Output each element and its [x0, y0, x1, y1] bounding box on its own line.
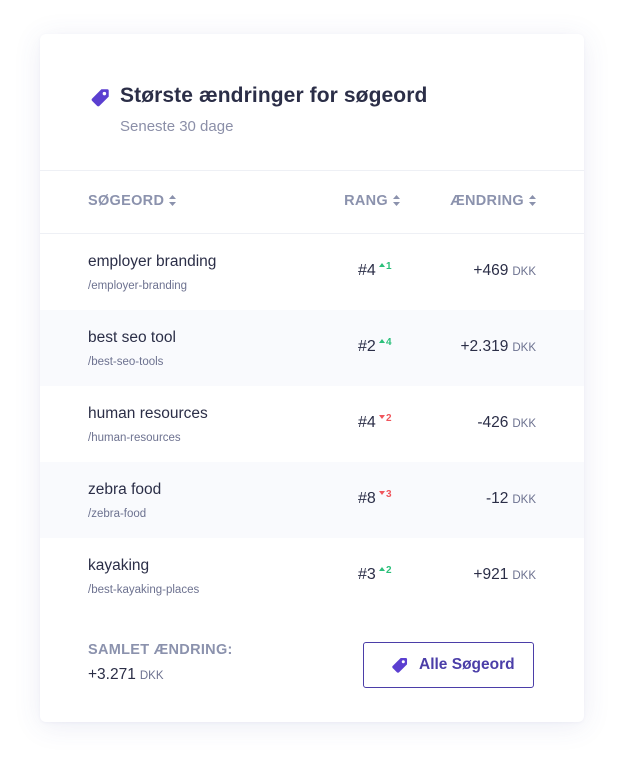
column-header-rank[interactable]: RANG — [344, 193, 400, 209]
keyword-path: /employer-branding — [88, 280, 188, 292]
change-value: +469 DKK — [473, 262, 536, 280]
keyword: zebra food — [88, 481, 162, 498]
keyword: human resources — [88, 405, 208, 422]
arrow-up-icon — [379, 339, 385, 344]
column-header-change[interactable]: ÆNDRING — [450, 193, 536, 209]
rank-delta: 3 — [379, 489, 392, 500]
rank-delta-value: 2 — [386, 413, 392, 424]
change-currency: DKK — [512, 418, 536, 430]
change-currency: DKK — [512, 266, 536, 278]
total-change-amount: +3.271 — [88, 666, 136, 683]
rank-value: #8 — [358, 490, 376, 507]
keyword-path: /human-resources — [88, 432, 181, 444]
card-header: Største ændringer for søgeord Seneste 30… — [40, 34, 584, 171]
keyword: kayaking — [88, 557, 150, 574]
change-amount: +469 — [473, 262, 509, 279]
column-header-change-label: ÆNDRING — [450, 193, 524, 209]
rank-delta: 1 — [379, 261, 392, 272]
change-currency: DKK — [512, 342, 536, 354]
table-body: employer branding /employer-branding #4 … — [40, 234, 584, 614]
rank-delta-value: 3 — [386, 489, 392, 500]
rank-value: #2 — [358, 338, 376, 355]
keyword-path: /best-seo-tools — [88, 356, 164, 368]
rank-delta: 2 — [379, 413, 392, 424]
tag-icon — [91, 89, 109, 107]
rank-delta: 2 — [379, 565, 392, 576]
keyword-path: /zebra-food — [88, 508, 147, 520]
change-amount: -12 — [485, 490, 509, 507]
change-currency: DKK — [512, 570, 536, 582]
table-header: SØGEORD RANG ÆNDRING — [40, 170, 584, 234]
keyword-path: /best-kayaking-places — [88, 584, 200, 596]
rank-value: #4 — [358, 262, 376, 279]
arrow-down-icon — [379, 415, 385, 420]
column-header-keyword-label: SØGEORD — [88, 193, 165, 209]
sort-icon — [169, 194, 177, 206]
keyword-changes-card: Største ændringer for søgeord Seneste 30… — [40, 34, 584, 722]
card-footer: SAMLET ÆNDRING: +3.271 DKK Alle Søgeord — [40, 616, 584, 722]
all-keywords-button[interactable]: Alle Søgeord — [363, 642, 534, 688]
rank-delta-value: 1 — [386, 261, 392, 272]
card-title: Største ændringer for søgeord — [120, 84, 428, 107]
change-amount: +921 — [473, 566, 509, 583]
total-change-label: SAMLET ÆNDRING: — [88, 642, 233, 658]
sort-icon — [529, 194, 536, 206]
change-value: +2.319 DKK — [461, 338, 537, 356]
change-amount: -426 — [477, 414, 509, 431]
rank-delta-value: 4 — [386, 337, 392, 348]
table-row[interactable]: best seo tool /best-seo-tools #2 4 +2.31… — [40, 310, 584, 386]
total-change-value: +3.271 DKK — [88, 666, 164, 684]
rank-value: #4 — [358, 414, 376, 431]
change-amount: +2.319 — [460, 338, 509, 355]
table-row[interactable]: employer branding /employer-branding #4 … — [40, 234, 584, 310]
total-change-currency: DKK — [139, 670, 164, 682]
table-row[interactable]: human resources /human-resources #4 2 -4… — [40, 386, 584, 462]
arrow-down-icon — [379, 491, 385, 496]
sort-icon — [393, 194, 400, 206]
rank-delta: 4 — [379, 337, 392, 348]
keyword: best seo tool — [88, 329, 176, 346]
change-value: +921 DKK — [473, 566, 536, 584]
change-currency: DKK — [512, 494, 536, 506]
tag-icon — [392, 657, 408, 673]
column-header-keyword[interactable]: SØGEORD — [88, 193, 177, 209]
table-row[interactable]: kayaking /best-kayaking-places #3 2 +921… — [40, 538, 584, 614]
column-header-rank-label: RANG — [344, 193, 388, 209]
rank-delta-value: 2 — [386, 565, 392, 576]
arrow-up-icon — [379, 263, 385, 268]
keyword: employer branding — [88, 253, 217, 270]
rank-value: #3 — [358, 566, 376, 583]
table-row[interactable]: zebra food /zebra-food #8 3 -12 DKK — [40, 462, 584, 538]
change-value: -12 DKK — [486, 490, 536, 508]
change-value: -426 DKK — [477, 414, 536, 432]
arrow-up-icon — [379, 567, 385, 572]
all-keywords-button-label: Alle Søgeord — [419, 656, 515, 673]
card-subtitle: Seneste 30 dage — [120, 118, 234, 135]
